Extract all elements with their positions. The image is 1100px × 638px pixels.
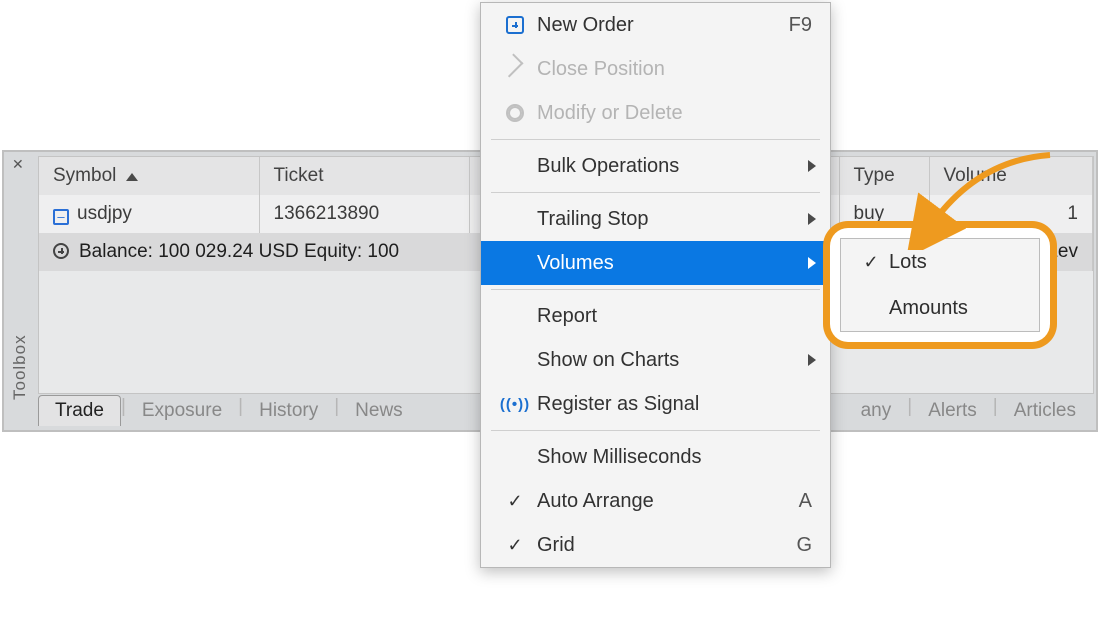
menu-new-order[interactable]: New Order F9: [481, 3, 830, 47]
submenu-arrow-icon: [808, 257, 816, 269]
tab-trade[interactable]: Trade: [38, 395, 121, 426]
menu-modify-delete: Modify or Delete: [481, 91, 830, 135]
symbol-box-icon: –: [53, 209, 69, 225]
submenu-arrow-icon: [808, 160, 816, 172]
submenu-amounts[interactable]: Amounts: [841, 285, 1039, 331]
balance-value: 100 029.24 USD: [158, 241, 299, 262]
tab-any[interactable]: any: [845, 396, 908, 426]
menu-grid[interactable]: Grid G: [481, 523, 830, 567]
menu-close-position: Close Position: [481, 47, 830, 91]
menu-trailing-stop[interactable]: Trailing Stop: [481, 197, 830, 241]
check-icon: [857, 252, 885, 273]
col-symbol[interactable]: Symbol: [39, 157, 259, 195]
submenu-arrow-icon: [808, 354, 816, 366]
tab-exposure[interactable]: Exposure: [126, 396, 238, 426]
gear-icon: [506, 104, 524, 122]
context-menu: New Order F9 Close Position Modify or De…: [480, 2, 831, 568]
col-volume[interactable]: Volume: [929, 157, 1093, 195]
tab-news[interactable]: News: [339, 396, 419, 426]
col-type[interactable]: Type: [839, 157, 929, 195]
menu-report[interactable]: Report: [481, 294, 830, 338]
expand-icon[interactable]: [53, 243, 69, 259]
volumes-submenu: Lots Amounts: [840, 238, 1040, 332]
equity-value: 100: [367, 241, 399, 262]
submenu-arrow-icon: [808, 213, 816, 225]
menu-show-milliseconds[interactable]: Show Milliseconds: [481, 435, 830, 479]
check-icon: [499, 53, 523, 77]
col-ticket[interactable]: Ticket: [259, 157, 469, 195]
shortcut: A: [779, 490, 812, 513]
shortcut: F9: [769, 14, 812, 37]
equity-label: Equity:: [299, 241, 368, 262]
sort-asc-icon: [126, 173, 138, 181]
check-icon: [499, 535, 531, 556]
menu-show-on-charts[interactable]: Show on Charts: [481, 338, 830, 382]
balance-label: Balance:: [79, 241, 158, 262]
check-icon: [499, 491, 531, 512]
menu-bulk-operations[interactable]: Bulk Operations: [481, 144, 830, 188]
menu-auto-arrange[interactable]: Auto Arrange A: [481, 479, 830, 523]
menu-volumes[interactable]: Volumes: [481, 241, 830, 285]
tab-alerts[interactable]: Alerts: [912, 396, 993, 426]
submenu-lots[interactable]: Lots: [841, 239, 1039, 285]
menu-register-signal[interactable]: ((•)) Register as Signal: [481, 382, 830, 426]
shortcut: G: [776, 534, 812, 557]
panel-title-vertical: Toolbox: [10, 334, 30, 400]
highlight-callout: Lots Amounts: [830, 228, 1050, 342]
cell-ticket: 1366213890: [259, 195, 469, 233]
cell-symbol: usdjpy: [77, 203, 132, 224]
new-order-icon: [506, 16, 524, 34]
close-icon[interactable]: ✕: [12, 156, 24, 173]
tab-articles[interactable]: Articles: [998, 396, 1092, 426]
signal-icon: ((•)): [500, 396, 530, 413]
tab-history[interactable]: History: [243, 396, 334, 426]
